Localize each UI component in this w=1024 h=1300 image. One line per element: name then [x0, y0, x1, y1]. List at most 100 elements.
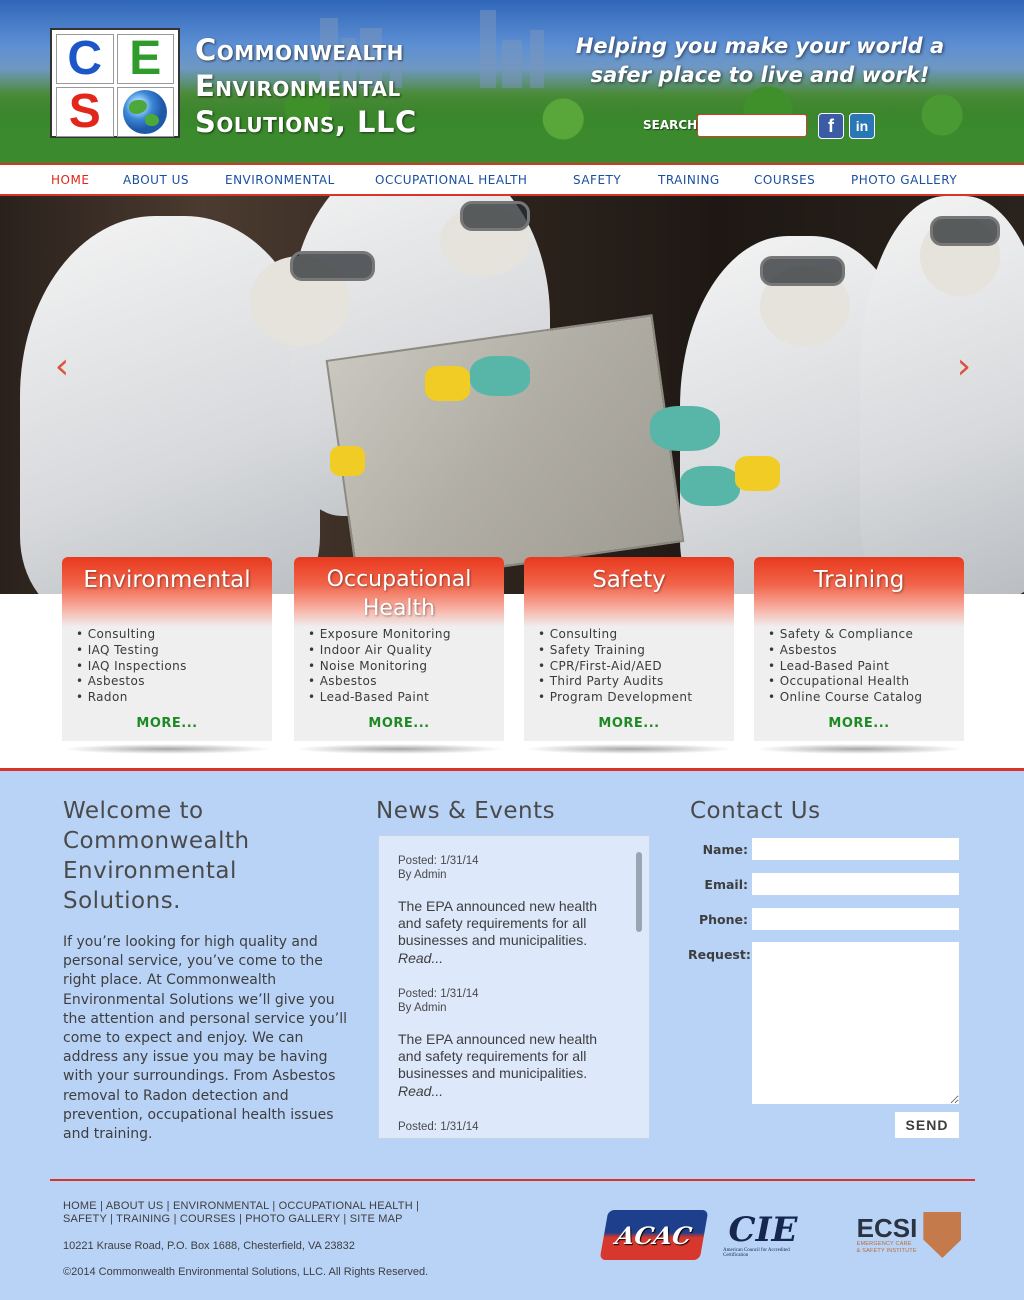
nav-item-courses[interactable]: COURSES [754, 173, 815, 187]
more-link[interactable]: MORE... [524, 716, 734, 731]
news-body: The EPA announced new health and safety … [398, 1031, 598, 1081]
news-scrollbar[interactable] [636, 852, 642, 932]
footer-address: 10221 Krause Road, P.O. Box 1688, Cheste… [63, 1240, 355, 1252]
company-name-line: Environmental [195, 69, 401, 103]
logo-letter-s: S [56, 87, 114, 137]
welcome-title-line: Solutions. [63, 888, 181, 914]
nav-item-training[interactable]: TRAINING [658, 173, 720, 187]
request-field[interactable] [752, 942, 959, 1104]
card-list: Exposure Monitoring Indoor Air Quality N… [294, 627, 504, 706]
hero-goggle [460, 201, 530, 231]
slider-next-arrow-icon[interactable]: › [952, 346, 976, 387]
hero-slider: ‹ › [0, 196, 1024, 594]
company-name: Commonwealth Environmental Solutions, LL… [195, 32, 417, 140]
nav-item-safety[interactable]: SAFETY [573, 173, 621, 187]
hero-goggle [930, 216, 1000, 246]
hero-tape [330, 446, 365, 476]
card-list-item[interactable]: Safety Training [538, 643, 734, 659]
logo-letter-c: C [56, 34, 114, 84]
ecsi-logo[interactable]: ECSI EMERGENCY CARE & SAFETY INSTITUTE [845, 1210, 973, 1260]
nav-item-occupational-health[interactable]: OCCUPATIONAL HEALTH [375, 173, 527, 187]
more-link[interactable]: MORE... [294, 716, 504, 731]
read-more-link[interactable]: Read... [398, 1082, 649, 1100]
card-list-item[interactable]: Noise Monitoring [308, 659, 504, 675]
footer-copyright: ©2014 Commonwealth Environmental Solutio… [63, 1266, 429, 1278]
name-label: Name: [702, 842, 748, 857]
card-list-item[interactable]: IAQ Testing [76, 643, 272, 659]
cie-logo-text: CIE [728, 1210, 798, 1250]
welcome-title-line: Commonwealth [63, 828, 250, 854]
card-list-item[interactable]: Radon [76, 690, 272, 706]
card-list-item[interactable]: Asbestos [76, 674, 272, 690]
nav-item-home[interactable]: HOME [51, 173, 89, 187]
ecsi-logo-title: ECSI [856, 1213, 918, 1243]
footer-links-line[interactable]: SAFETY | TRAINING | COURSES | PHOTO GALL… [63, 1213, 433, 1226]
hero-glove [470, 356, 530, 396]
company-name-line: Commonwealth [195, 33, 404, 67]
news-posted: Posted: 1/31/14 [398, 855, 479, 867]
welcome-title-line: Environmental [63, 858, 237, 884]
card-title: Safety [524, 557, 734, 627]
card-list-item[interactable]: Safety & Compliance [768, 627, 964, 643]
send-button[interactable]: SEND [895, 1112, 959, 1138]
card-list-item[interactable]: Asbestos [768, 643, 964, 659]
card-list-item[interactable]: IAQ Inspections [76, 659, 272, 675]
card-title: Training [754, 557, 964, 627]
card-list-item[interactable]: Indoor Air Quality [308, 643, 504, 659]
card-list-item[interactable]: Asbestos [308, 674, 504, 690]
card-list-item[interactable]: Lead-Based Paint [308, 690, 504, 706]
facebook-icon[interactable]: f [818, 113, 844, 139]
cie-logo-subtext: American Council for Accredited Certific… [723, 1248, 790, 1258]
news-item: Posted: 1/31/14 [398, 1120, 649, 1134]
service-card-occupational-health: Occupational Health Exposure Monitoring … [294, 557, 504, 741]
company-name-line: Solutions, LLC [195, 105, 417, 139]
welcome-title-line: Welcome to [63, 798, 204, 824]
card-list-item[interactable]: Exposure Monitoring [308, 627, 504, 643]
news-title: News & Events [376, 798, 556, 824]
news-item: Posted: 1/31/14 By Admin The EPA announc… [398, 987, 649, 1100]
ecsi-logo-text: ECSI EMERGENCY CARE & SAFETY INSTITUTE [857, 1215, 918, 1255]
hero-goggle [290, 251, 375, 281]
card-list: Safety & Compliance Asbestos Lead-Based … [754, 627, 964, 706]
card-list: Consulting Safety Training CPR/First-Aid… [524, 627, 734, 706]
service-card-safety: Safety Consulting Safety Training CPR/Fi… [524, 557, 734, 741]
news-list: Posted: 1/31/14 By Admin The EPA announc… [378, 835, 650, 1139]
contact-title: Contact Us [690, 798, 821, 824]
name-field[interactable] [752, 838, 959, 860]
slider-prev-arrow-icon[interactable]: ‹ [50, 346, 74, 387]
read-more-link[interactable]: Read... [398, 949, 649, 967]
card-list-item[interactable]: Online Course Catalog [768, 690, 964, 706]
cie-logo[interactable]: CIE American Council for Accredited Cert… [723, 1210, 803, 1260]
card-list-item[interactable]: Consulting [538, 627, 734, 643]
more-link[interactable]: MORE... [754, 716, 964, 731]
more-link[interactable]: MORE... [62, 716, 272, 731]
card-shadow [524, 744, 734, 754]
footer-links: HOME | ABOUT US | ENVIRONMENTAL | OCCUPA… [63, 1200, 433, 1226]
news-posted: Posted: 1/31/14 [398, 1121, 479, 1133]
welcome-text: If you’re looking for high quality and p… [63, 934, 347, 1143]
email-label: Email: [704, 877, 748, 892]
linkedin-icon[interactable]: in [849, 113, 875, 139]
search-input[interactable] [697, 114, 807, 137]
card-list-item[interactable]: Lead-Based Paint [768, 659, 964, 675]
welcome-title: Welcome to Commonwealth Environmental So… [63, 796, 250, 916]
card-list-item[interactable]: CPR/First-Aid/AED [538, 659, 734, 675]
card-list: Consulting IAQ Testing IAQ Inspections A… [62, 627, 272, 706]
card-list-item[interactable]: Consulting [76, 627, 272, 643]
nav-item-about-us[interactable]: ABOUT US [123, 173, 189, 187]
news-body: The EPA announced new health and safety … [398, 898, 598, 948]
hero-glove [680, 466, 740, 506]
acac-logo[interactable]: ACAC [599, 1210, 709, 1260]
nav-item-environmental[interactable]: ENVIRONMENTAL [225, 173, 335, 187]
tagline-line: Helping you make your world a [575, 34, 945, 58]
email-field[interactable] [752, 873, 959, 895]
card-list-item[interactable]: Occupational Health [768, 674, 964, 690]
nav-item-photo-gallery[interactable]: PHOTO GALLERY [851, 173, 957, 187]
news-author: By Admin [398, 869, 447, 881]
company-logo[interactable]: C E S [50, 28, 180, 138]
tagline-line: safer place to live and work! [590, 63, 930, 87]
card-list-item[interactable]: Program Development [538, 690, 734, 706]
phone-field[interactable] [752, 908, 959, 930]
card-list-item[interactable]: Third Party Audits [538, 674, 734, 690]
footer-links-line[interactable]: HOME | ABOUT US | ENVIRONMENTAL | OCCUPA… [63, 1200, 433, 1213]
